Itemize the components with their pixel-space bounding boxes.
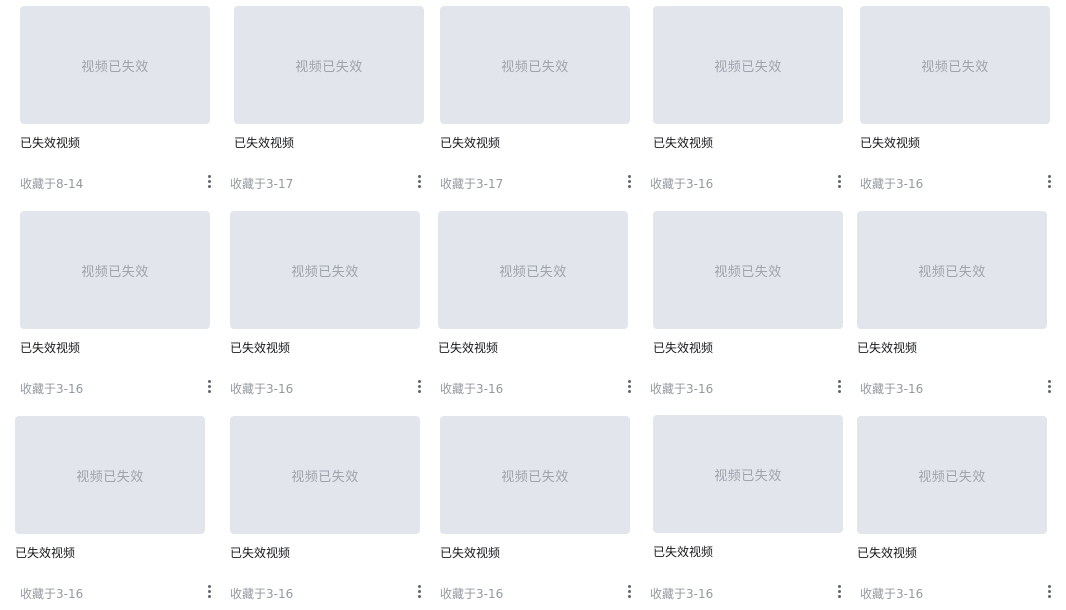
video-thumbnail[interactable]: 视频已失效 [857,211,1047,329]
thumbnail-invalid-label: 视频已失效 [291,469,359,485]
favorited-date: 收藏于3-16 [650,587,714,601]
thumbnail-invalid-label: 视频已失效 [501,59,569,75]
video-title[interactable]: 已失效视频 [230,339,290,356]
favorited-date: 收藏于3-16 [20,382,84,396]
video-title[interactable]: 已失效视频 [15,544,75,561]
favorited-date: 收藏于3-16 [440,382,504,396]
more-vertical-icon[interactable] [203,582,215,600]
thumbnail-invalid-label: 视频已失效 [714,264,782,280]
favorited-date: 收藏于3-16 [440,587,504,601]
video-title[interactable]: 已失效视频 [440,544,500,561]
more-vertical-icon[interactable] [413,377,425,395]
video-thumbnail[interactable]: 视频已失效 [440,6,630,124]
video-thumbnail[interactable]: 视频已失效 [860,6,1050,124]
video-title[interactable]: 已失效视频 [857,339,917,356]
more-vertical-icon[interactable] [833,582,845,600]
video-title[interactable]: 已失效视频 [20,134,80,151]
video-title[interactable]: 已失效视频 [857,544,917,561]
video-title[interactable]: 已失效视频 [438,339,498,356]
more-vertical-icon[interactable] [413,172,425,190]
more-vertical-icon[interactable] [833,377,845,395]
favorited-date: 收藏于3-16 [20,587,84,601]
favorited-date: 收藏于8-14 [20,177,84,191]
thumbnail-invalid-label: 视频已失效 [714,468,782,484]
video-thumbnail[interactable]: 视频已失效 [234,6,424,124]
more-vertical-icon[interactable] [833,172,845,190]
video-thumbnail[interactable]: 视频已失效 [230,211,420,329]
video-title[interactable]: 已失效视频 [653,134,713,151]
favorited-date: 收藏于3-16 [650,382,714,396]
video-thumbnail[interactable]: 视频已失效 [15,416,205,534]
favorited-date: 收藏于3-16 [230,382,294,396]
video-thumbnail[interactable]: 视频已失效 [20,211,210,329]
favorited-date: 收藏于3-17 [230,177,294,191]
video-thumbnail[interactable]: 视频已失效 [20,6,210,124]
more-vertical-icon[interactable] [203,377,215,395]
more-vertical-icon[interactable] [623,377,635,395]
favorited-date: 收藏于3-16 [860,177,924,191]
more-vertical-icon[interactable] [1043,377,1055,395]
thumbnail-invalid-label: 视频已失效 [499,264,567,280]
video-thumbnail[interactable]: 视频已失效 [857,416,1047,534]
video-title[interactable]: 已失效视频 [20,339,80,356]
thumbnail-invalid-label: 视频已失效 [918,264,986,280]
thumbnail-invalid-label: 视频已失效 [295,59,363,75]
more-vertical-icon[interactable] [623,582,635,600]
video-thumbnail[interactable]: 视频已失效 [438,211,628,329]
more-vertical-icon[interactable] [1043,172,1055,190]
more-vertical-icon[interactable] [623,172,635,190]
thumbnail-invalid-label: 视频已失效 [81,264,149,280]
video-title[interactable]: 已失效视频 [440,134,500,151]
video-thumbnail[interactable]: 视频已失效 [230,416,420,534]
thumbnail-invalid-label: 视频已失效 [921,59,989,75]
video-title[interactable]: 已失效视频 [653,339,713,356]
more-vertical-icon[interactable] [1043,582,1055,600]
video-thumbnail[interactable]: 视频已失效 [440,416,630,534]
favorited-date: 收藏于3-16 [860,382,924,396]
thumbnail-invalid-label: 视频已失效 [76,469,144,485]
favorited-date: 收藏于3-17 [440,177,504,191]
video-thumbnail[interactable]: 视频已失效 [653,211,843,329]
thumbnail-invalid-label: 视频已失效 [291,264,359,280]
video-title[interactable]: 已失效视频 [234,134,294,151]
thumbnail-invalid-label: 视频已失效 [918,469,986,485]
more-vertical-icon[interactable] [413,582,425,600]
video-thumbnail[interactable]: 视频已失效 [653,415,843,533]
favorited-date: 收藏于3-16 [860,587,924,601]
video-title[interactable]: 已失效视频 [653,543,713,560]
thumbnail-invalid-label: 视频已失效 [81,59,149,75]
thumbnail-invalid-label: 视频已失效 [714,59,782,75]
thumbnail-invalid-label: 视频已失效 [501,469,569,485]
favorited-date: 收藏于3-16 [650,177,714,191]
video-thumbnail[interactable]: 视频已失效 [653,6,843,124]
video-title[interactable]: 已失效视频 [860,134,920,151]
video-title[interactable]: 已失效视频 [230,544,290,561]
favorited-date: 收藏于3-16 [230,587,294,601]
more-vertical-icon[interactable] [203,172,215,190]
